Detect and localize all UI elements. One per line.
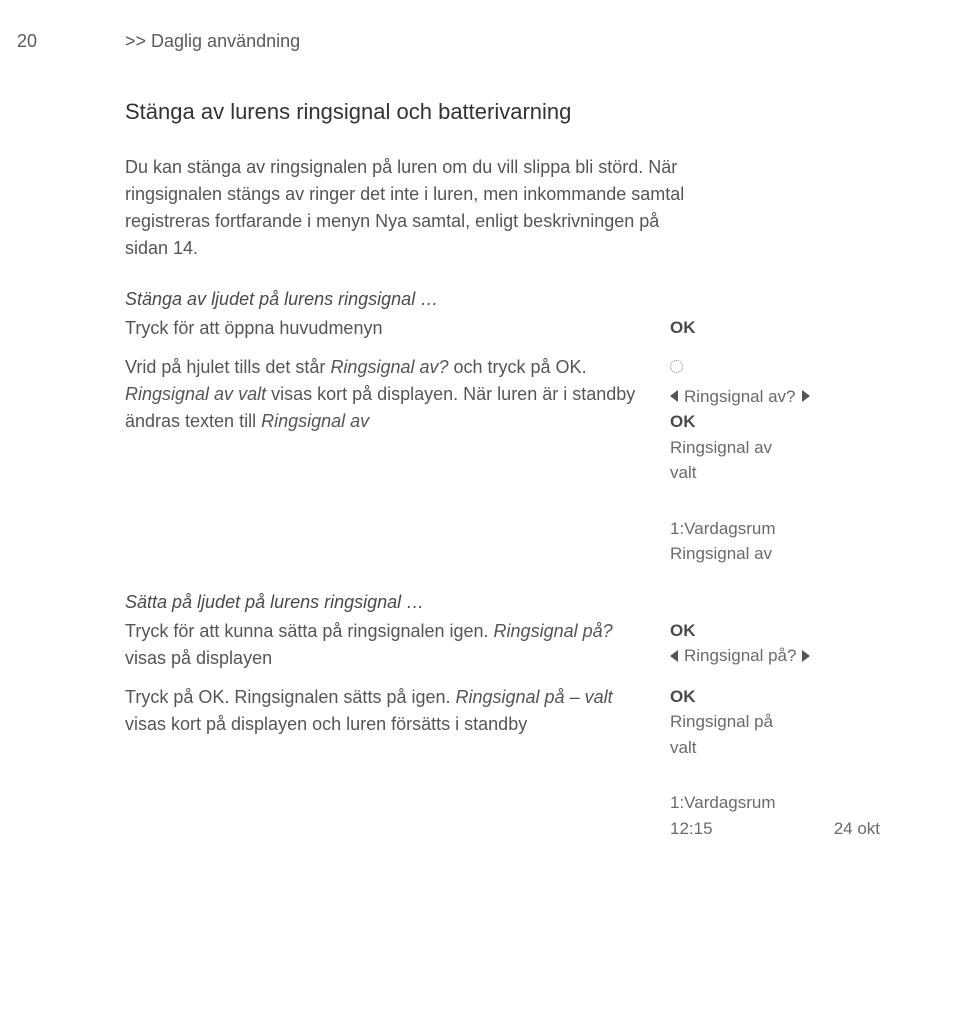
result-valt-1: valt: [670, 460, 880, 486]
triangle-right-icon: [802, 650, 810, 662]
result-ok-3: OK: [670, 618, 880, 644]
triangle-left-icon: [670, 390, 678, 402]
result-ok-1: OK: [670, 315, 880, 342]
bottom-line1: 1:Vardagsrum: [670, 790, 880, 816]
chapter-title: >> Daglig användning: [125, 28, 300, 55]
bottom-time: 12:15: [670, 816, 713, 842]
heading: Stänga av lurens ringsignal och batteriv…: [125, 95, 905, 128]
mid-line1: 1:Vardagsrum: [670, 516, 880, 542]
bottom-date: 24 okt: [834, 816, 880, 842]
step-on-1: Tryck för att kunna sätta på ringsignale…: [125, 618, 640, 672]
step-off-1: Tryck för att öppna huvudmenyn: [125, 315, 640, 342]
step-off-2: Vrid på hjulet tills det står Ringsignal…: [125, 354, 640, 486]
result-valt-2: valt: [670, 735, 880, 761]
step-on-2: Tryck på OK. Ringsignalen sätts på igen.…: [125, 684, 640, 761]
result-on-block-2: OK Ringsignal på valt: [670, 684, 880, 761]
page-number: 20: [17, 28, 37, 55]
subhead-off: Stänga av ljudet på lurens ringsignal …: [125, 286, 905, 313]
result-ringsignal-pa: Ringsignal på: [670, 709, 880, 735]
nav-ringsignal-av: Ringsignal av?: [670, 384, 880, 410]
wheel-icon: [670, 360, 683, 373]
bottom-display: 1:Vardagsrum 12:15 24 okt: [670, 790, 880, 841]
result-off-block: Ringsignal av? OK Ringsignal av valt: [670, 354, 880, 486]
result-on-block-1: OK Ringsignal på?: [670, 618, 880, 672]
bottom-row: 12:15 24 okt: [670, 816, 880, 842]
triangle-left-icon: [670, 650, 678, 662]
page-content: Stänga av lurens ringsignal och batteriv…: [125, 95, 905, 841]
mid-display: 1:Vardagsrum Ringsignal av: [670, 516, 880, 567]
mid-line2: Ringsignal av: [670, 541, 880, 567]
nav-ringsignal-pa: Ringsignal på?: [670, 643, 880, 669]
result-ok-2: OK: [670, 409, 880, 435]
result-ringsignal-av: Ringsignal av: [670, 435, 880, 461]
subhead-on: Sätta på ljudet på lurens ringsignal …: [125, 589, 905, 616]
triangle-right-icon: [802, 390, 810, 402]
intro-paragraph: Du kan stänga av ringsignalen på luren o…: [125, 154, 685, 262]
result-ok-4: OK: [670, 684, 880, 710]
